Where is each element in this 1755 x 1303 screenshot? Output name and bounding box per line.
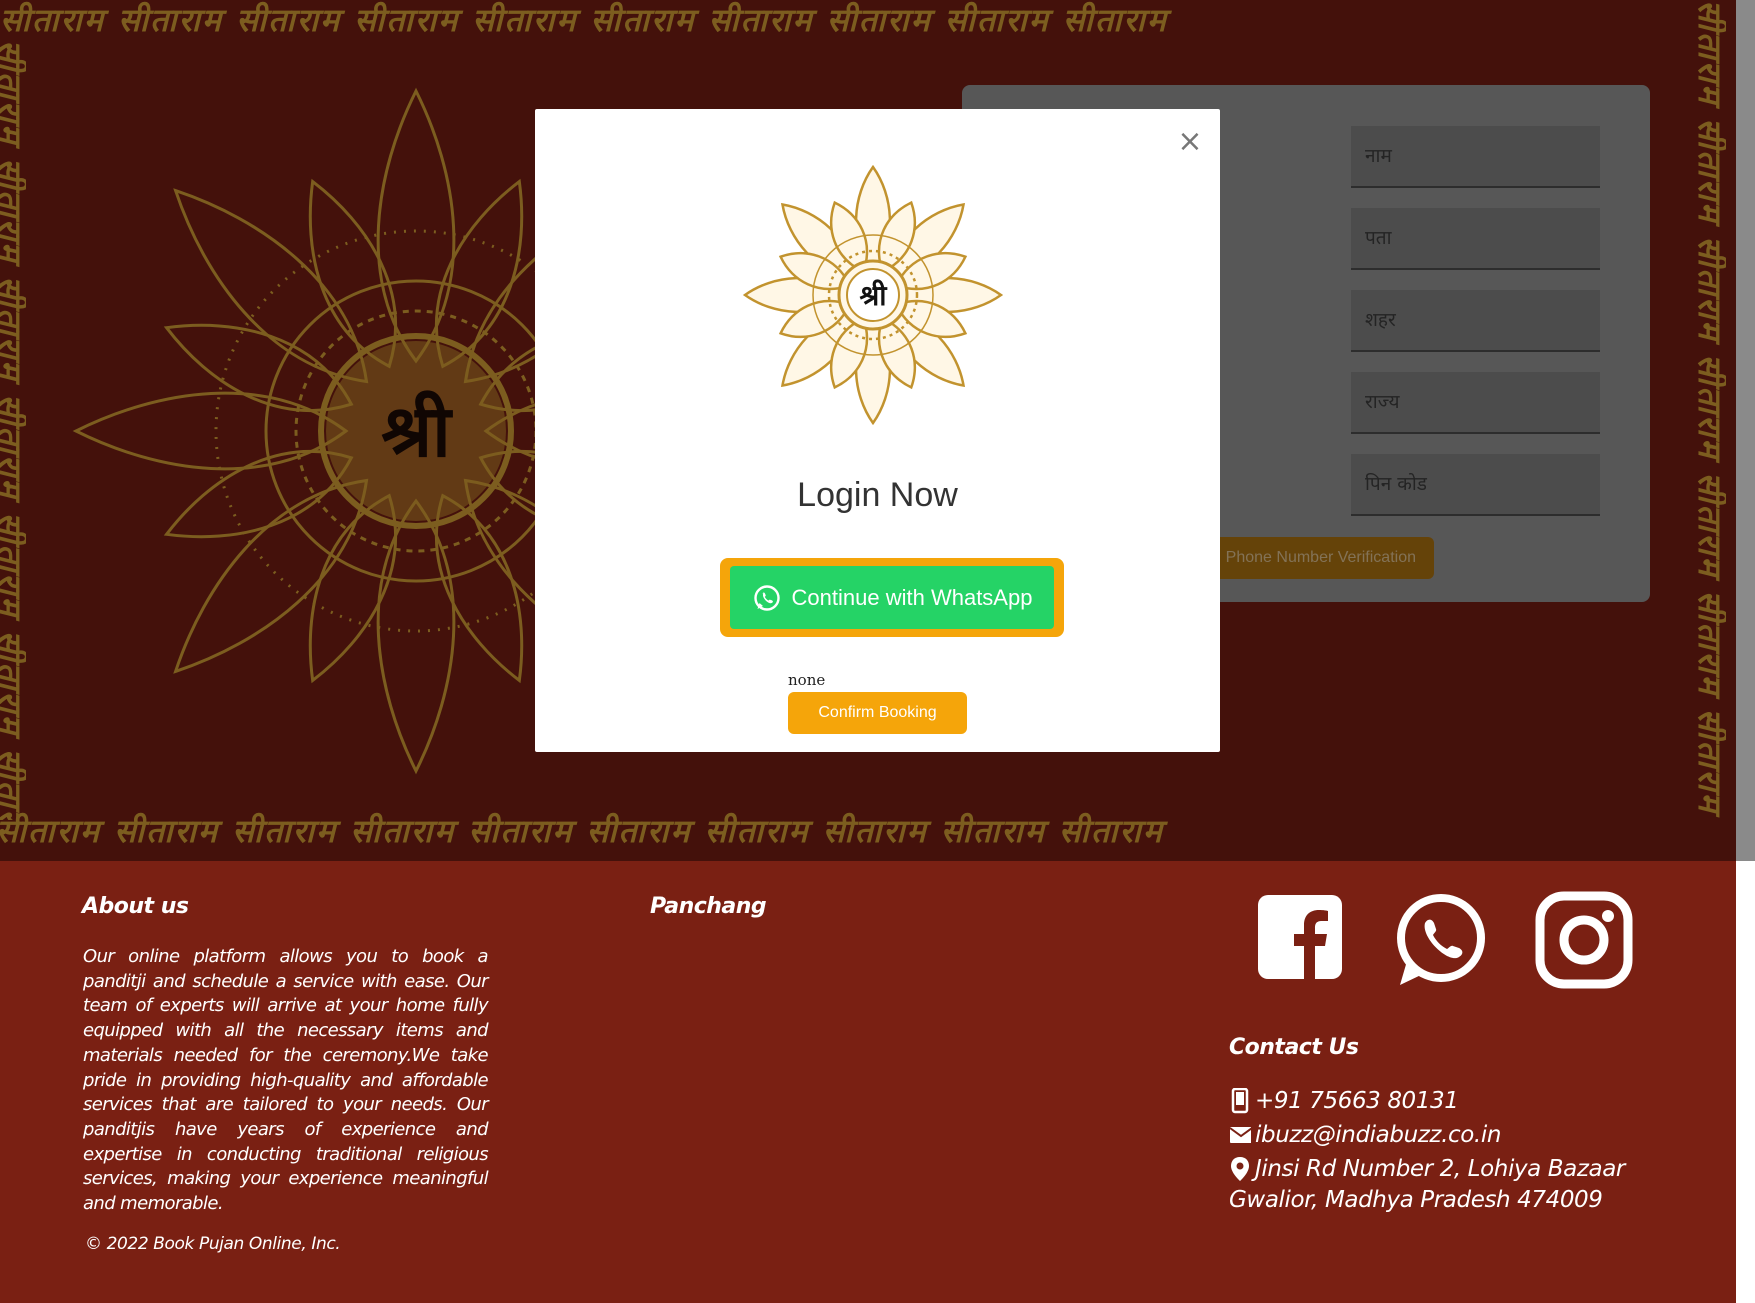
phone-icon: [1231, 1088, 1249, 1114]
logo-glyph: श्री: [859, 279, 888, 312]
copyright-text: © 2022 Book Pujan Online, Inc.: [85, 1234, 341, 1254]
whatsapp-social-icon[interactable]: [1392, 891, 1490, 989]
panchang-link[interactable]: Panchang: [650, 894, 767, 919]
address-line-1: Jinsi Rd Number 2, Lohiya Bazaar: [1255, 1156, 1625, 1182]
mail-icon: [1229, 1127, 1251, 1143]
facebook-icon[interactable]: [1256, 891, 1344, 983]
scrollbar-track[interactable]: [1736, 861, 1755, 1303]
about-text: Our online platform allows you to book a…: [83, 946, 489, 1215]
confirm-booking-button[interactable]: Confirm Booking: [788, 692, 967, 734]
whatsapp-button-label: Continue with WhatsApp: [791, 584, 1033, 610]
phone-number: +91 75663 80131: [1255, 1088, 1459, 1114]
address-line-2: Gwalior, Madhya Pradesh 474009: [1229, 1187, 1603, 1213]
contact-phone[interactable]: +91 75663 80131: [1229, 1088, 1459, 1114]
logo-mandala-icon: श्री: [742, 164, 1004, 426]
location-pin-icon: [1231, 1157, 1249, 1181]
contact-address: Jinsi Rd Number 2, Lohiya Bazaar: [1229, 1156, 1625, 1182]
instagram-icon[interactable]: [1535, 891, 1633, 989]
whatsapp-button-frame: Continue with WhatsApp: [720, 558, 1064, 637]
login-modal: × श्री Login Now Continue with WhatsApp …: [535, 109, 1220, 752]
email-address: ibuzz@indiabuzz.co.in: [1255, 1122, 1501, 1148]
contact-address-2: Gwalior, Madhya Pradesh 474009: [1229, 1187, 1603, 1213]
whatsapp-icon: [753, 584, 780, 611]
about-heading: About us: [82, 894, 189, 919]
contact-email[interactable]: ibuzz@indiabuzz.co.in: [1229, 1122, 1501, 1148]
scrollbar-thumb[interactable]: [1736, 0, 1755, 861]
continue-with-whatsapp-button[interactable]: Continue with WhatsApp: [730, 566, 1054, 629]
login-title: Login Now: [797, 476, 958, 514]
status-text: none: [788, 671, 826, 689]
close-icon[interactable]: ×: [1175, 127, 1205, 157]
contact-heading: Contact Us: [1229, 1035, 1359, 1060]
